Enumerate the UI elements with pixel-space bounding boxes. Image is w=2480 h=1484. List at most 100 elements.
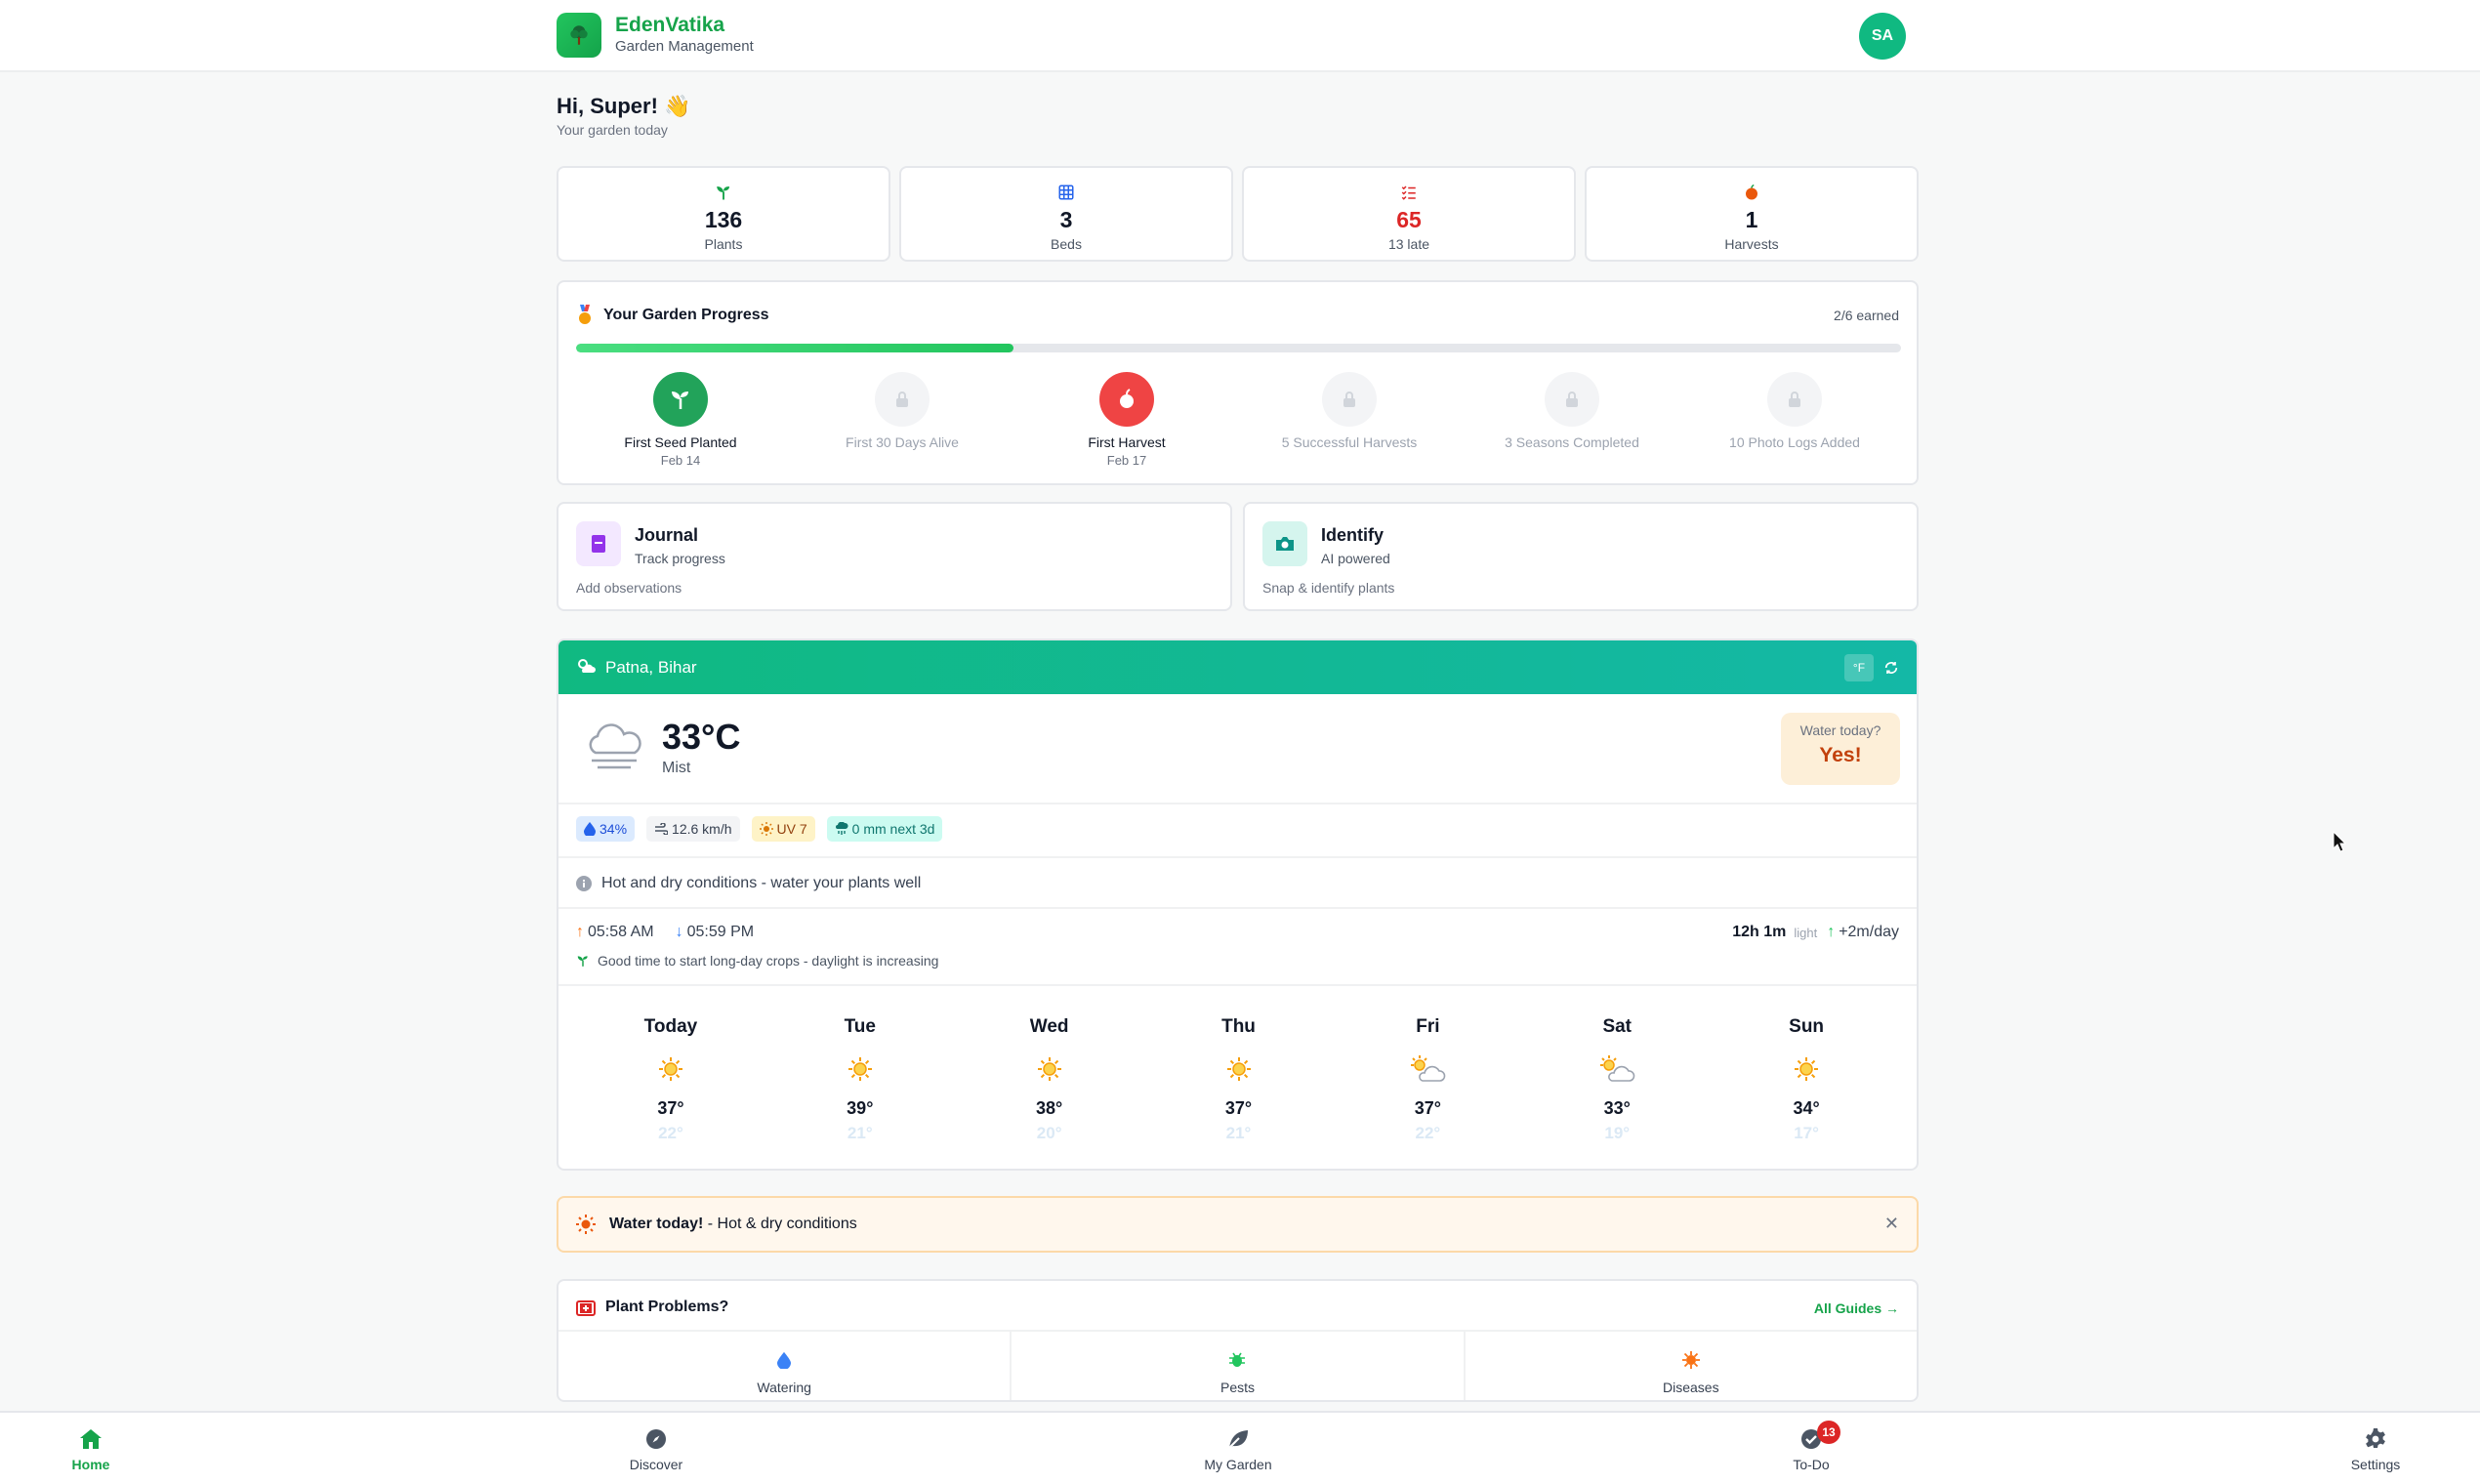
drop-icon (777, 1351, 792, 1370)
rain-chip: 0 mm next 3d (826, 816, 943, 842)
milestone[interactable]: 3 Seasons Completed (1474, 372, 1670, 450)
wind-chip: 12.6 km/h (646, 816, 740, 842)
harvest-icon (1746, 184, 1757, 200)
problem-label: Watering (757, 1380, 811, 1395)
gear-icon (2366, 1428, 2385, 1448)
forecast-high: 33° (1603, 1098, 1631, 1118)
progress-bar-fill (576, 344, 1013, 352)
forecast-day: Thu 37° 21° (1144, 1016, 1334, 1143)
milestone[interactable]: 5 Successful Harvests (1252, 372, 1447, 450)
top-bar: EdenVatika Garden Management SA (0, 0, 2480, 72)
nav-label: Settings (2350, 1457, 2401, 1472)
problem-diseases[interactable]: Diseases (1466, 1332, 1917, 1400)
sun-icon (1712, 1053, 1901, 1085)
milestone[interactable]: 10 Photo Logs Added (1697, 372, 1892, 450)
nav-label: Home (71, 1457, 110, 1472)
sprout-icon (717, 186, 729, 200)
identify-card[interactable]: Identify AI powered Snap & identify plan… (1243, 502, 1919, 611)
weather-card: Patna, Bihar °F 33°C Mist Water today? Y… (557, 639, 1919, 1171)
bug-icon (1229, 1352, 1246, 1367)
milestone-name: 3 Seasons Completed (1505, 434, 1639, 450)
stat-value: 136 (704, 207, 743, 232)
nav-discover[interactable]: Discover (598, 1426, 715, 1472)
todo-badge: 13 (1817, 1421, 1840, 1444)
lock-icon (1767, 372, 1822, 427)
forecast-high: 37° (657, 1098, 684, 1118)
feature-description: Snap & identify plants (1262, 580, 1395, 596)
current-temperature: 33°C (662, 717, 741, 757)
partly-cloudy-icon (1333, 1053, 1522, 1085)
nav-settings[interactable]: Settings (2317, 1426, 2434, 1472)
stat-plants[interactable]: 136 Plants (557, 166, 890, 262)
tree-logo-icon (557, 13, 601, 58)
rain-value: 0 mm next 3d (851, 821, 935, 837)
feature-description: Add observations (576, 580, 682, 596)
problem-pests[interactable]: Pests (1012, 1332, 1466, 1400)
sun-icon (1144, 1053, 1334, 1085)
book-icon (576, 521, 621, 566)
leaf-icon (1228, 1430, 1248, 1449)
forecast-day-name: Thu (1221, 1016, 1256, 1037)
nav-todo[interactable]: 13 To-Do (1753, 1421, 1870, 1472)
brand[interactable]: EdenVatika Garden Management (557, 13, 754, 58)
app-name: EdenVatika (615, 14, 725, 36)
virus-icon (1681, 1351, 1700, 1369)
stat-tasks[interactable]: 65 13 late (1242, 166, 1576, 262)
all-guides-link[interactable]: All Guides → (1814, 1300, 1899, 1316)
arrow-down-icon: ↓ (675, 924, 683, 940)
milestone[interactable]: First 30 Days Alive (805, 372, 1000, 450)
wind-icon (655, 823, 669, 835)
user-avatar[interactable]: SA (1859, 13, 1906, 60)
sprout-icon (577, 956, 588, 967)
sun-icon (576, 1215, 596, 1234)
forecast-low: 17° (1794, 1124, 1819, 1142)
forecast-row: Today 37° 22° Tue 39° 21° Wed 38° 20° Thu 37° 21° Fr… (576, 1016, 1901, 1143)
greeting-title: Hi, Super! 👋 (557, 94, 691, 118)
drop-icon (584, 822, 596, 836)
daylight-label: light (1794, 925, 1818, 940)
forecast-day: Today 37° 22° (576, 1016, 765, 1143)
nav-home[interactable]: Home (32, 1426, 149, 1472)
journal-card[interactable]: Journal Track progress Add observations (557, 502, 1232, 611)
problem-watering[interactable]: Watering (558, 1332, 1013, 1400)
milestone-name: 10 Photo Logs Added (1729, 434, 1860, 450)
forecast-low: 22° (1415, 1124, 1441, 1142)
garden-progress-card: Your Garden Progress 2/6 earned First Se… (557, 280, 1919, 485)
milestone-name: First Seed Planted (624, 434, 737, 450)
progress-title-text: Your Garden Progress (603, 307, 769, 323)
lock-icon (875, 372, 930, 427)
problem-label: Pests (1219, 1380, 1255, 1395)
forecast-low: 21° (847, 1124, 873, 1142)
forecast-day-name: Wed (1029, 1016, 1069, 1037)
refresh-icon[interactable] (1877, 654, 1906, 681)
nav-label: To-Do (1793, 1457, 1830, 1472)
stat-beds[interactable]: 3 Beds (899, 166, 1233, 262)
forecast-day-name: Tue (844, 1016, 876, 1037)
stat-value: 1 (1745, 207, 1758, 232)
close-icon[interactable]: ✕ (1884, 1214, 1899, 1234)
nav-label: My Garden (1204, 1457, 1272, 1472)
forecast-low: 21° (1225, 1124, 1252, 1142)
progress-earned: 2/6 earned (1834, 308, 1899, 323)
weather-advice: Hot and dry conditions - water your plan… (576, 875, 921, 892)
milestone-name: First 30 Days Alive (846, 434, 959, 450)
bottom-nav: Home Discover My Garden 13 To-Do Setting… (0, 1411, 2480, 1484)
forecast-high: 34° (1793, 1098, 1820, 1118)
tip-text: Good time to start long-day crops - dayl… (598, 953, 939, 969)
checklist-icon (1401, 186, 1416, 200)
water-answer: Yes! (1819, 744, 1862, 766)
problems-title: Plant Problems? (576, 1298, 728, 1316)
feature-subtitle: Track progress (635, 551, 725, 566)
problem-label: Diseases (1663, 1380, 1719, 1395)
milestone-name: 5 Successful Harvests (1281, 434, 1418, 450)
milestone[interactable]: First Seed Planted Feb 14 (583, 372, 778, 468)
forecast-day: Fri 37° 22° (1333, 1016, 1522, 1143)
problems-title-text: Plant Problems? (605, 1298, 729, 1315)
milestone[interactable]: First Harvest Feb 17 (1029, 372, 1224, 468)
sun-icon (759, 822, 773, 836)
forecast-day: Sun 34° 17° (1712, 1016, 1901, 1143)
nav-my-garden[interactable]: My Garden (1179, 1426, 1297, 1472)
unit-toggle-button[interactable]: °F (1844, 654, 1874, 681)
sun-icon (955, 1053, 1144, 1085)
stat-harvests[interactable]: 1 Harvests (1585, 166, 1919, 262)
